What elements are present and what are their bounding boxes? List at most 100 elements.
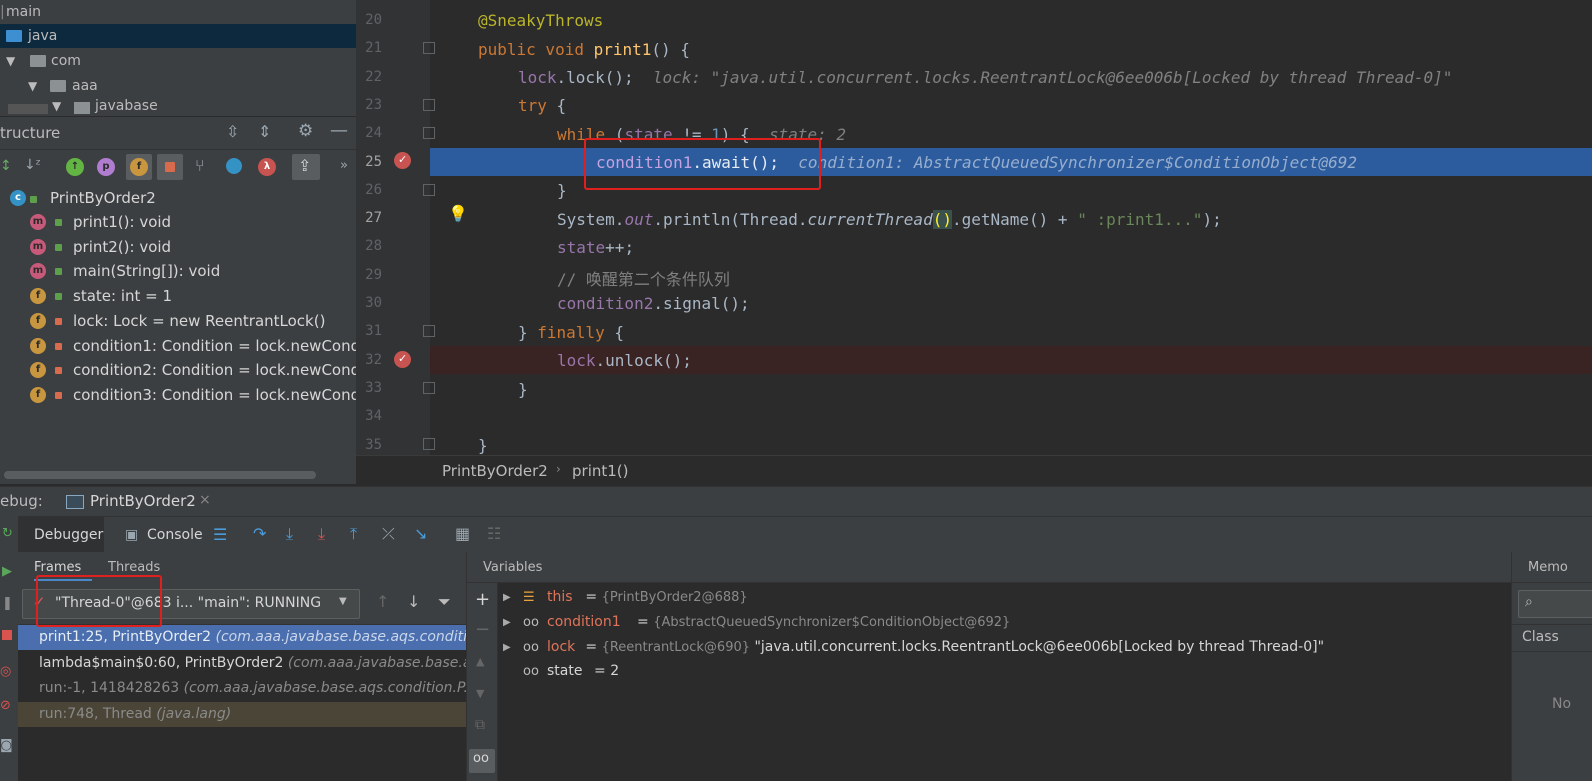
gear-icon[interactable]: ⚙ (298, 121, 313, 141)
sort-alpha-icon[interactable]: ↓ᶻ (24, 157, 41, 173)
tree-item-label: java (28, 28, 58, 44)
chevron-right-icon[interactable]: ▶ (503, 585, 511, 610)
resume-icon[interactable]: ▶ (2, 564, 12, 579)
duplicate-icon[interactable]: ⧉ (475, 717, 485, 733)
remove-watch-icon[interactable]: − (475, 619, 490, 640)
stack-frame-method: run:-1, 1418428263 (39, 680, 180, 696)
package-icon (30, 55, 46, 67)
tree-item-javabase[interactable]: ▼ javabase (0, 98, 356, 114)
breadcrumb: PrintByOrder2 › print1() (356, 455, 1592, 486)
code-line-32: lock.unlock(); (557, 351, 692, 370)
expand-all-icon[interactable]: ⇳ (226, 122, 239, 141)
sort-visibility-icon[interactable]: ↕ (0, 158, 12, 174)
lambda-icon[interactable]: λ (258, 158, 276, 176)
camera-icon[interactable]: ◙ (0, 738, 13, 753)
fold-marker-icon[interactable] (423, 127, 435, 139)
filter-icon[interactable]: ⏷ (438, 592, 451, 612)
trace-stream-icon[interactable]: ☷ (487, 524, 501, 543)
tab-console[interactable]: Console (147, 527, 203, 543)
fold-marker-icon[interactable] (423, 382, 435, 394)
step-over-icon[interactable]: ↷ (253, 524, 266, 543)
structure-member-label: condition1: Condition = lock.newConditio… (73, 336, 356, 355)
more-icon[interactable]: » (340, 158, 348, 173)
fold-marker-icon[interactable] (423, 438, 435, 450)
structure-scrollbar[interactable] (4, 471, 316, 479)
stack-frame[interactable]: run:748, Thread (java.lang) (18, 701, 466, 727)
structure-member[interactable]: f state: int = 1 (0, 284, 356, 308)
stack-frame[interactable]: run:-1, 1418428263 (com.aaa.javabase.bas… (18, 676, 466, 701)
show-properties-icon[interactable]: p (97, 158, 115, 176)
variable-equals: = (585, 638, 602, 655)
breadcrumb-class[interactable]: PrintByOrder2 (442, 462, 548, 480)
mute-breakpoints-icon[interactable]: ⊘ (0, 698, 11, 713)
memory-class-column[interactable]: Class (1522, 629, 1559, 645)
glasses-icon: oo (473, 751, 489, 766)
field-icon: f (30, 386, 46, 403)
arrow-up-icon[interactable]: ↑ (376, 592, 389, 611)
structure-member[interactable]: f condition3: Condition = lock.newConditi… (0, 383, 356, 407)
variable-row[interactable]: ▶ oo lock = {ReentrantLock@690} "java.util… (499, 635, 1509, 660)
scrollbar-horizontal[interactable] (8, 104, 48, 114)
tab-threads[interactable]: Threads (108, 560, 160, 575)
anonymous-class-icon[interactable] (226, 158, 242, 174)
pause-icon[interactable]: ❚ (2, 596, 13, 611)
view-breakpoints-icon[interactable]: ◎ (0, 664, 11, 679)
fold-marker-icon[interactable] (423, 325, 435, 337)
tree-item-label: aaa (72, 78, 98, 94)
fold-marker-icon[interactable] (423, 99, 435, 111)
show-inherited-icon[interactable]: ↑ (66, 158, 84, 176)
chevron-right-icon[interactable]: ▶ (503, 610, 511, 635)
tree-item-aaa[interactable]: ▼ aaa (0, 74, 356, 98)
variable-row[interactable]: oo state = 2 (499, 659, 1509, 684)
private-icon (55, 317, 62, 325)
memory-search-input[interactable]: ⌕ (1518, 590, 1592, 618)
drop-frame-icon[interactable]: ⤫ (382, 524, 395, 544)
tab-debugger[interactable]: Debugger (34, 527, 103, 543)
structure-member-label: main(String[]): void (73, 262, 221, 281)
structure-member[interactable]: m print2(): void (0, 235, 356, 259)
fold-marker-icon[interactable] (423, 184, 435, 196)
tab-frames[interactable]: Frames (34, 560, 81, 575)
stack-frame[interactable]: print1:25, PrintByOrder2 (com.aaa.javaba… (18, 625, 466, 650)
evaluate-expression-icon[interactable]: ▦ (455, 524, 470, 543)
fold-marker-icon[interactable] (423, 42, 435, 54)
variable-row[interactable]: ▶ oo condition1 = {AbstractQueuedSynchroni… (499, 610, 1509, 635)
move-up-icon[interactable]: ▲ (476, 655, 484, 668)
force-step-into-icon[interactable]: ⤓ (318, 524, 325, 544)
step-out-icon[interactable]: ⤒ (350, 524, 357, 544)
rerun-icon[interactable]: ↻ (2, 526, 13, 541)
close-icon[interactable]: × (199, 492, 211, 508)
line-number: 32 (365, 351, 382, 368)
structure-member-label: print2(): void (73, 237, 172, 256)
minimize-icon[interactable]: — (330, 120, 348, 141)
arrow-down-icon[interactable]: ↓ (407, 592, 420, 611)
structure-member[interactable]: f condition1: Condition = lock.newConditi… (0, 334, 356, 358)
structure-member[interactable]: m main(String[]): void (0, 259, 356, 283)
structure-member-label: print1(): void (73, 213, 172, 231)
run-to-cursor-icon[interactable]: ↘ (414, 524, 427, 543)
memory-title[interactable]: Memo (1528, 560, 1568, 575)
step-into-icon[interactable]: ⤓ (286, 524, 293, 544)
breadcrumb-method[interactable]: print1() (572, 462, 629, 480)
structure-member[interactable]: f lock: Lock = new ReentrantLock() (0, 309, 356, 333)
public-icon (55, 219, 62, 226)
move-down-icon[interactable]: ▼ (476, 687, 484, 700)
structure-member[interactable]: f condition2: Condition = lock.newConditi… (0, 358, 356, 382)
structure-member[interactable]: m print1(): void (0, 210, 356, 234)
structure-class-row[interactable]: c PrintByOrder2 (0, 186, 356, 210)
stack-frame[interactable]: lambda$main$0:60, PrintByOrder2 (com.aaa… (18, 651, 466, 676)
show-execution-point-icon[interactable]: ☰ (213, 525, 227, 544)
debug-session-tab[interactable]: PrintByOrder2 (90, 492, 196, 510)
chevron-right-icon[interactable]: ▶ (503, 635, 511, 660)
collapse-all-icon[interactable]: ⇕ (258, 122, 271, 141)
add-watch-icon[interactable]: + (475, 589, 490, 610)
tree-item-main[interactable]: | main (0, 0, 356, 24)
debug-titlebar: ebug: PrintByOrder2 × (0, 486, 1592, 517)
hierarchy-icon[interactable]: ⑂ (195, 156, 205, 175)
package-icon (74, 102, 90, 114)
stop-icon[interactable] (2, 630, 12, 640)
lightbulb-icon[interactable]: 💡 (448, 204, 468, 223)
tree-item-com[interactable]: ▼ com (0, 49, 356, 73)
tree-item-java[interactable]: java (0, 24, 356, 48)
variable-row[interactable]: ▶ ☰ this = {PrintByOrder2@688} (499, 585, 1509, 610)
